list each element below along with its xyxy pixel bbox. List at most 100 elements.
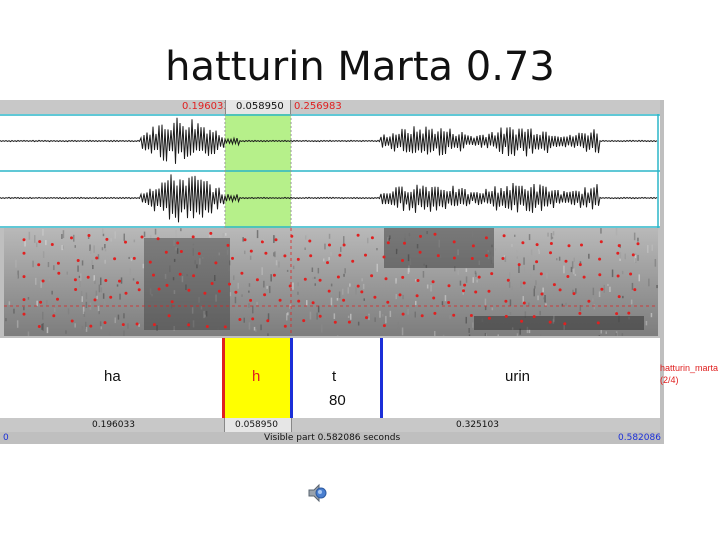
spectrogram-streak: [100, 277, 102, 286]
spectrogram-streak: [414, 311, 416, 318]
top-selection-duration: 0.058950: [236, 101, 284, 112]
spectrogram-streak: [104, 244, 106, 249]
formant-dot: [255, 278, 259, 282]
spectrogram-streak: [546, 272, 548, 279]
formant-dot: [452, 313, 456, 317]
spectrogram-streak: [376, 263, 378, 272]
formant-dot: [113, 257, 117, 261]
interval-label-h[interactable]: h: [252, 368, 260, 385]
formant-dot: [370, 274, 374, 278]
formant-dot: [360, 290, 364, 294]
spectrogram-streak: [292, 282, 294, 290]
formant-dot: [447, 301, 451, 304]
formant-dot: [487, 289, 491, 293]
formant-dot: [452, 256, 456, 260]
visible-part-bar[interactable]: 0 Visible part 0.582086 seconds 0.582086: [0, 432, 664, 444]
spectrogram-streak: [263, 280, 265, 288]
formant-dot: [419, 234, 422, 238]
bottom-duration-bar[interactable]: 0.196033 0.058950 0.325103: [0, 418, 660, 432]
top-right-duration[interactable]: 0.256983: [294, 100, 342, 114]
spectrogram-svg: [4, 228, 658, 336]
formant-dot: [264, 251, 268, 255]
formant-dot: [124, 291, 128, 295]
formant-dot: [615, 312, 619, 316]
tier-name-label[interactable]: hatturin_marta (2/4): [660, 362, 718, 386]
spectrogram-streak: [350, 313, 352, 320]
textgrid-tier[interactable]: ha h t 80 urin: [0, 338, 660, 418]
spectrogram-streak: [343, 273, 345, 277]
visible-part-label[interactable]: Visible part 0.582086 seconds: [264, 432, 400, 444]
spectrogram-streak: [114, 231, 116, 239]
spectrogram-streak: [104, 259, 106, 264]
formant-dot: [629, 272, 633, 276]
spectrogram-streak: [511, 286, 513, 291]
formant-dot: [633, 288, 637, 292]
vowel-energy-a: [144, 238, 230, 330]
tier-index: (2/4): [660, 375, 679, 385]
formant-dot: [187, 288, 191, 292]
formant-dot: [52, 314, 56, 318]
spectrogram-streak: [130, 258, 133, 262]
formant-dot: [263, 293, 267, 297]
formant-dot: [418, 250, 422, 254]
spectrogram-streak: [361, 278, 363, 282]
formant-dot: [477, 275, 481, 279]
spectrogram-streak: [27, 297, 30, 300]
formant-dot: [540, 292, 544, 296]
boundary-selected[interactable]: [222, 338, 225, 418]
interval-label-t[interactable]: t: [332, 368, 336, 385]
formant-dot: [209, 231, 213, 235]
spectrogram-streak: [539, 310, 541, 316]
bottom-selection-box[interactable]: 0.058950: [224, 418, 292, 432]
spectrogram-streak: [539, 334, 542, 336]
spectrogram-streak: [104, 249, 107, 252]
interval-label-urin[interactable]: urin: [505, 368, 530, 385]
formant-dot: [617, 244, 621, 248]
top-left-duration[interactable]: 0.196033: [182, 100, 230, 114]
waveform-svg: [0, 114, 660, 228]
waveform-panel[interactable]: [0, 114, 660, 228]
spectrogram-streak: [46, 327, 49, 334]
interval-label-ha[interactable]: ha: [104, 368, 121, 385]
spectrogram-streak: [336, 298, 339, 301]
spectrogram-streak: [533, 288, 535, 297]
speaker-icon[interactable]: [306, 482, 330, 504]
formant-dot: [87, 234, 91, 237]
top-duration-bar[interactable]: 0.196033 0.058950 0.256983: [0, 100, 660, 114]
spectrogram-streak: [457, 269, 459, 275]
formant-dot: [520, 319, 524, 323]
spectrogram-streak: [556, 258, 558, 261]
boundary-h-t[interactable]: [290, 338, 293, 418]
formant-dot: [470, 257, 474, 260]
top-selection-box[interactable]: 0.058950: [225, 100, 291, 114]
spectrogram-streak: [328, 257, 330, 261]
formant-dot: [522, 281, 526, 285]
formant-dot: [272, 273, 276, 277]
formant-dot: [303, 277, 307, 281]
formant-dot: [311, 301, 315, 305]
spectrogram-streak: [62, 230, 65, 239]
spectrogram-streak: [530, 274, 532, 281]
formant-dot: [599, 240, 603, 244]
spectrogram-streak: [286, 269, 289, 272]
formant-dot: [506, 278, 510, 282]
formant-dot: [260, 240, 264, 244]
formant-dot: [76, 259, 80, 262]
formant-dot: [416, 279, 420, 282]
spectrogram-streak: [484, 298, 487, 306]
spectrogram-streak: [249, 255, 252, 260]
spectrogram-streak: [32, 260, 34, 268]
bottom-left-duration[interactable]: 0.196033: [92, 418, 135, 432]
formant-dot: [342, 298, 346, 302]
formant-dot: [37, 325, 41, 328]
spectrogram-streak: [244, 250, 246, 255]
formant-dot: [386, 241, 390, 245]
bottom-right-duration[interactable]: 0.325103: [456, 418, 499, 432]
spectrogram-streak: [306, 300, 308, 306]
visible-end-time: 0.582086: [618, 433, 661, 443]
spectrogram-streak: [274, 251, 276, 258]
boundary-t-urin[interactable]: [380, 338, 383, 418]
spectrogram-streak: [631, 282, 634, 290]
spectrogram-panel[interactable]: [4, 228, 658, 336]
formant-dot: [22, 251, 26, 255]
